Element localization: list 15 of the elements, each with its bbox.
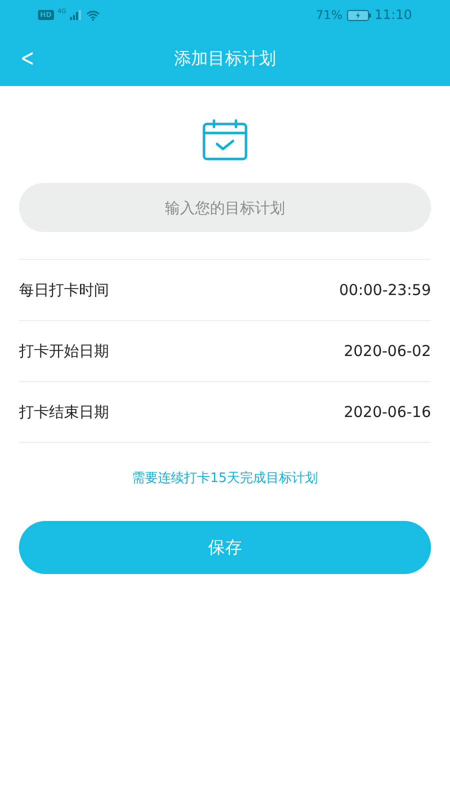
setting-value[interactable]: 2020-06-02	[344, 342, 431, 360]
setting-value[interactable]: 00:00-23:59	[339, 281, 431, 299]
setting-label: 打卡开始日期	[19, 342, 109, 360]
clock: 11:10	[374, 8, 412, 22]
battery-percent: 71%	[316, 8, 343, 22]
battery-icon	[346, 10, 371, 20]
setting-label: 打卡结束日期	[19, 402, 109, 422]
signal-icon	[70, 10, 82, 20]
hint-text: 需要连续打卡15天完成目标计划	[132, 471, 318, 486]
setting-label: 每日打卡时间	[19, 280, 109, 300]
goal-input-field[interactable]: 输入您的目标计划	[19, 183, 431, 232]
page-title: 添加目标计划	[174, 48, 276, 68]
setting-value[interactable]: 2020-06-16	[344, 403, 431, 421]
wifi-icon	[86, 10, 100, 20]
calendar-check-icon	[202, 119, 248, 161]
